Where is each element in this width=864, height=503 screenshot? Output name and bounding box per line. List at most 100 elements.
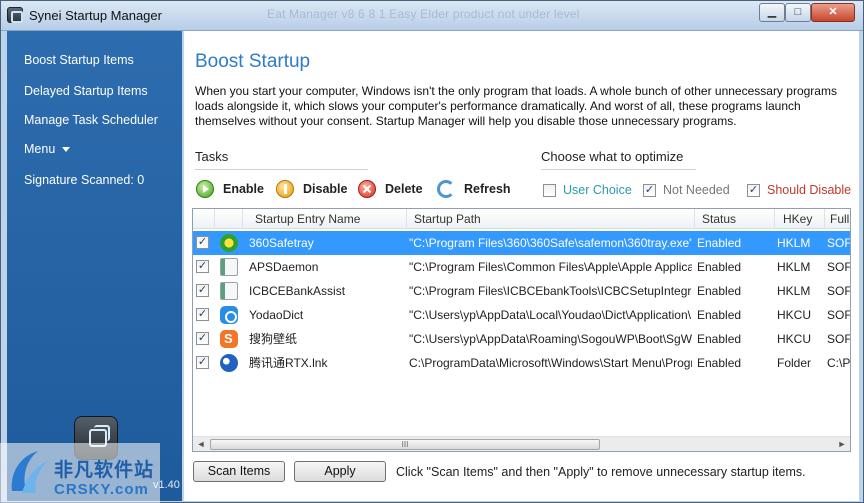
entry-path: "C:\Program Files\Common Files\Apple\App… [409,260,692,274]
table-row[interactable]: ✓ ICBCEBankAssist "C:\Program Files\ICBC… [193,279,850,303]
page-description: When you start your computer, Windows is… [195,84,837,128]
filter-should-disable[interactable]: ✓ Should Disable [747,183,851,197]
window-title: Synei Startup Manager [29,8,162,23]
refresh-button[interactable]: Refresh [437,179,511,199]
sidebar-item-menu[interactable]: Menu [24,142,71,156]
entry-name: ICBCEBankAssist [249,284,346,298]
row-checkbox[interactable]: ✓ [196,284,209,297]
page-title: Boost Startup [195,51,311,72]
caret-down-icon [62,147,71,153]
column-header-full[interactable]: Full [825,209,850,229]
list-header: Startup Entry Name Startup Path Status H… [193,209,850,229]
minimize-button[interactable]: ▁ [759,3,785,22]
watermark-cn: 非凡软件站 [54,460,155,481]
column-header-name[interactable]: Startup Entry Name [243,209,407,229]
column-header-status[interactable]: Status [695,209,775,229]
optimize-title: Choose what to optimize [541,149,684,164]
entry-name: 搜狗壁纸 [249,332,298,346]
app-icon [220,282,238,300]
sidebar-item-boost-startup[interactable]: Boost Startup Items [24,53,134,67]
scroll-right-icon[interactable]: ► [834,437,850,451]
not-needed-checkbox[interactable]: ✓ [643,183,656,197]
row-checkbox[interactable]: ✓ [196,332,209,345]
should-disable-checkbox[interactable]: ✓ [747,183,760,197]
entry-hkey: HKLM [777,284,811,298]
scrollbar-thumb[interactable]: III [210,439,600,450]
entry-name: 腾讯通RTX.lnk [249,356,328,370]
delete-label: Delete [385,182,423,196]
not-needed-label: Not Needed [663,183,730,197]
entry-path: "C:\Program Files\ICBCEbankTools\ICBCSet… [409,284,692,298]
table-row[interactable]: ✓ 腾讯通RTX.lnk C:\ProgramData\Microsoft\Wi… [193,351,850,375]
delete-button[interactable]: Delete [358,179,423,199]
filter-not-needed[interactable]: ✓ Not Needed [643,183,730,197]
title-bar[interactable]: Synei Startup Manager Eat Manager v8 6 8… [1,1,863,31]
row-checkbox[interactable]: ✓ [196,260,209,273]
entry-full: SOF [827,260,851,274]
sidebar: Boost Startup Items Delayed Startup Item… [7,31,182,501]
disable-icon [276,180,294,198]
scan-items-button[interactable]: Scan Items [193,461,285,482]
row-checkbox[interactable]: ✓ [196,236,209,249]
row-checkbox[interactable]: ✓ [196,308,209,321]
watermark-logo-icon [11,451,48,493]
entry-hkey: HKLM [777,236,811,250]
entry-path: "C:\Program Files\360\360Safe\safemon\36… [409,236,692,250]
entry-status: Enabled [697,284,742,298]
entry-name: YodaoDict [249,308,304,322]
entry-status: Enabled [697,236,742,250]
disable-button[interactable]: Disable [276,179,347,199]
startup-list[interactable]: Startup Entry Name Startup Path Status H… [192,208,851,452]
app-icon [220,258,238,276]
entry-path: C:\ProgramData\Microsoft\Windows\Start M… [409,356,692,370]
rtx-icon [220,354,238,372]
main-panel: Boost Startup When you start your comput… [184,31,859,501]
row-checkbox[interactable]: ✓ [196,356,209,369]
app-logo-icon [7,7,23,23]
youdao-icon [220,306,238,324]
table-row[interactable]: ✓ 360Safetray "C:\Program Files\360\360S… [193,231,850,255]
watermark-en: CRSKY.com [54,481,149,498]
signature-scanned-count: Signature Scanned: 0 [24,173,145,187]
entry-status: Enabled [697,356,742,370]
background-window-title: Eat Manager v8 6 8 1 Easy Elder product … [267,7,580,21]
horizontal-scrollbar[interactable]: ◄ III ► [193,436,850,451]
entry-full: SOF [827,284,851,298]
app-window: Synei Startup Manager Eat Manager v8 6 8… [0,0,864,503]
table-row[interactable]: ✓ APSDaemon "C:\Program Files\Common Fil… [193,255,850,279]
entry-full: SOF [827,308,851,322]
enable-icon [196,180,214,198]
sidebar-item-task-scheduler[interactable]: Manage Task Scheduler [24,113,158,127]
entry-path: "C:\Users\yp\AppData\Roaming\SogouWP\Boo… [409,332,692,346]
entry-hkey: HKLM [777,260,811,274]
sogou-icon [220,330,238,348]
checkbox-column-header [193,209,215,229]
table-row[interactable]: ✓ 搜狗壁纸 "C:\Users\yp\AppData\Roaming\Sogo… [193,327,850,351]
enable-button[interactable]: Enable [196,179,264,199]
disable-label: Disable [303,182,348,196]
apply-button[interactable]: Apply [294,461,386,482]
maximize-button[interactable]: □ [785,3,811,22]
column-header-path[interactable]: Startup Path [407,209,695,229]
entry-hkey: Folder [777,356,812,370]
entry-hkey: HKCU [777,308,812,322]
entry-full: SOF [827,332,851,346]
entry-path: "C:\Users\yp\AppData\Local\Youdao\Dict\A… [409,308,692,322]
scroll-left-icon[interactable]: ◄ [193,437,209,451]
tasks-divider [195,169,368,170]
icon-column-header [215,209,243,229]
table-row[interactable]: ✓ YodaoDict "C:\Users\yp\AppData\Local\Y… [193,303,850,327]
entry-status: Enabled [697,260,742,274]
tasks-title: Tasks [195,149,229,164]
menu-label: Menu [24,142,56,156]
sidebar-item-delayed-startup[interactable]: Delayed Startup Items [24,84,148,98]
entry-hkey: HKCU [777,332,812,346]
user-choice-label: User Choice [563,183,632,197]
entry-full: SOF [827,236,851,250]
user-choice-checkbox[interactable] [543,183,556,197]
entry-name: 360Safetray [249,236,314,250]
close-button[interactable]: ✕ [811,3,855,22]
optimize-divider [541,169,696,170]
filter-user-choice[interactable]: User Choice [543,183,632,197]
column-header-hkey[interactable]: HKey [775,209,825,229]
